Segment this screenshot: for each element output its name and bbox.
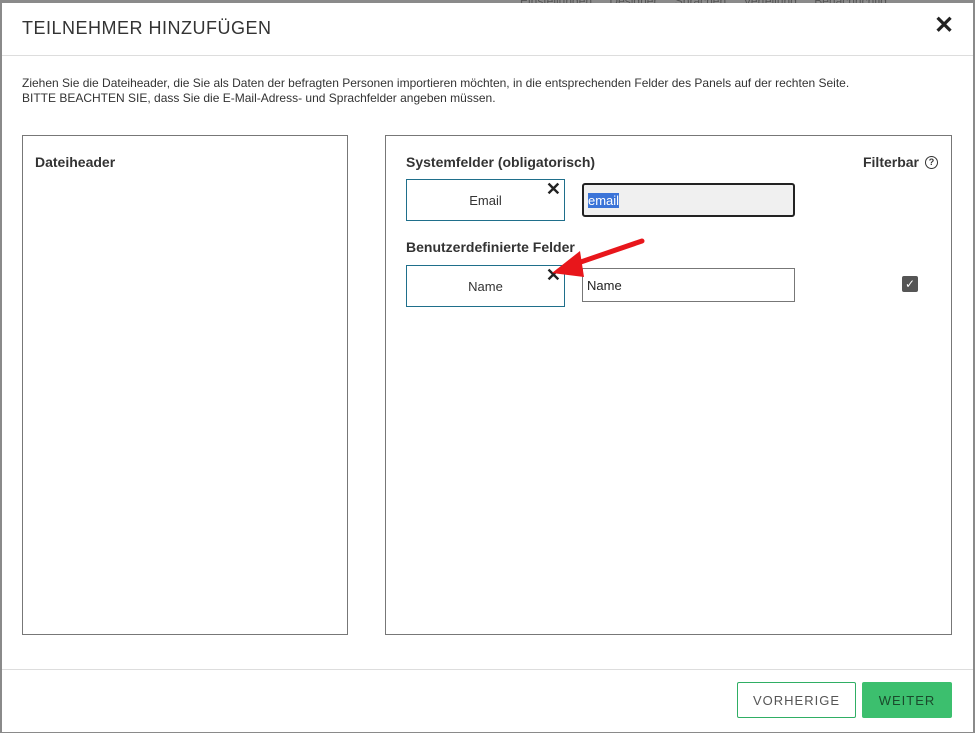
next-button[interactable]: WEITER [862,682,952,718]
modal-footer: VORHERIGE WEITER [2,669,973,733]
name-filterable-checkbox[interactable]: ✓ [902,276,918,292]
intro-text: Ziehen Sie die Dateiheader, die Sie als … [22,76,922,106]
intro-line: Ziehen Sie die Dateiheader, die Sie als … [22,76,850,90]
file-headers-panel[interactable]: Dateiheader [22,135,348,635]
email-header-chip[interactable]: Email ✕ [406,179,565,221]
email-field[interactable]: email [582,183,795,217]
modal-header: TEILNEHMER HINZUFÜGEN ✕ [2,3,973,56]
email-field-value: email [588,192,620,208]
annotation-arrow-icon [552,238,645,277]
chip-label: Email [469,192,502,208]
previous-button[interactable]: VORHERIGE [737,682,856,718]
chip-label: Name [468,278,503,294]
remove-email-chip-icon[interactable]: ✕ [546,180,561,198]
filterbar-header: Filterbar ? [863,154,938,170]
intro-line: BITTE BEACHTEN SIE, dass Sie die E-Mail-… [22,91,496,105]
modal-title: TEILNEHMER HINZUFÜGEN [22,18,272,38]
system-fields-title: Systemfelder (obligatorisch) [406,154,596,170]
file-headers-title: Dateiheader [35,154,116,170]
filterbar-label: Filterbar [862,154,919,170]
close-icon[interactable]: ✕ [933,14,955,38]
mapping-panel: Systemfelder (obligatorisch) Filterbar ?… [385,135,952,635]
help-icon[interactable]: ? [925,155,938,169]
add-participants-modal: TEILNEHMER HINZUFÜGEN ✕ Ziehen Sie die D… [2,3,973,732]
